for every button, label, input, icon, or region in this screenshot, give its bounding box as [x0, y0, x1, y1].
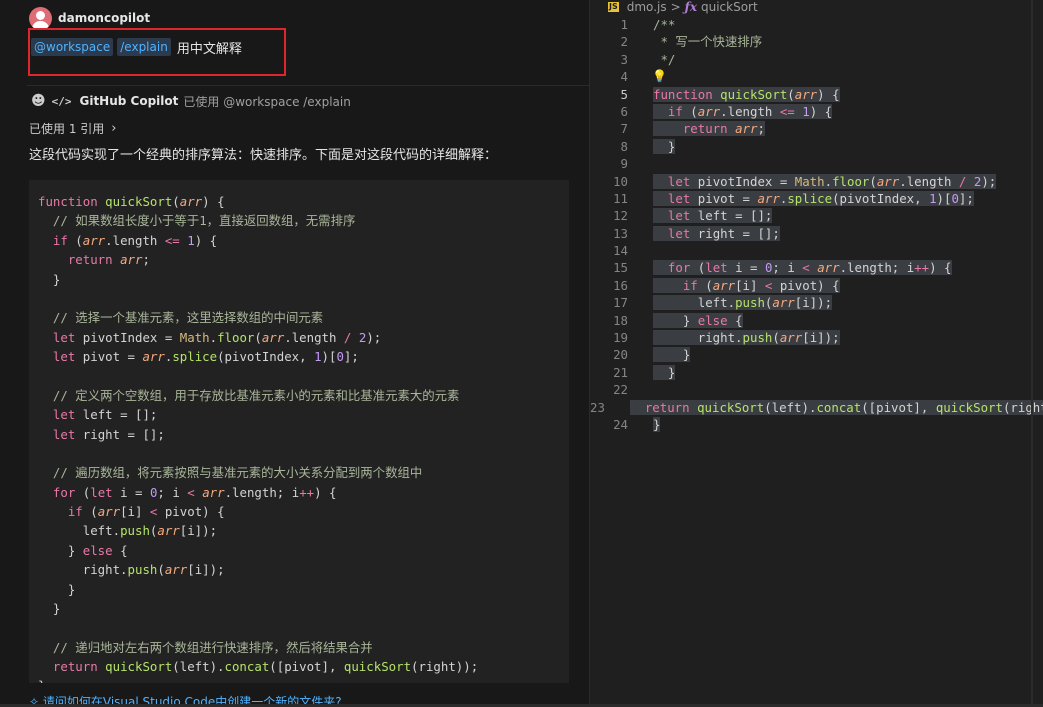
editor-line[interactable]: 9: [590, 155, 1043, 172]
line-number: 9: [620, 156, 628, 172]
line-content: right.push(arr[i]);: [653, 330, 840, 346]
line-content: return arr;: [653, 120, 765, 137]
line-number: 7: [620, 121, 628, 137]
line-content: if (arr[i] < pivot) {: [653, 277, 840, 294]
line-number: 13: [613, 225, 628, 241]
line-content: let left = [];: [653, 207, 773, 224]
line-content: }: [653, 138, 676, 154]
line-number: 24: [613, 416, 628, 432]
line-number: 22: [613, 382, 628, 398]
editor-line[interactable]: 10 let pivotIndex = Math.floor(arr.lengt…: [590, 173, 1043, 190]
editor-line[interactable]: 20 }: [590, 346, 1043, 363]
copilot-header: ☻ </> GitHub Copilot 已使用 @workspace /exp…: [31, 90, 351, 112]
line-number: 8: [620, 138, 628, 154]
breadcrumb-symbol[interactable]: quickSort: [701, 0, 758, 14]
editor-scrollbar[interactable]: [1031, 0, 1033, 707]
breadcrumb-file[interactable]: dmo.js: [627, 0, 667, 14]
line-number: 6: [620, 103, 628, 119]
line-number: 19: [613, 330, 628, 346]
line-content: if (arr.length <= 1) {: [653, 103, 833, 120]
editor-line[interactable]: 4 💡: [590, 68, 1043, 85]
line-content: left.push(arr[i]);: [653, 295, 833, 311]
message-divider: [27, 85, 589, 86]
line-content: return quickSort(left).concat([pivot], q…: [629, 399, 1043, 416]
editor-line[interactable]: 19 right.push(arr[i]);: [590, 329, 1043, 346]
line-number: 1: [620, 17, 628, 32]
line-number: 21: [613, 364, 628, 380]
response-intro: 这段代码实现了一个经典的排序算法：快速排序。下面是对这段代码的详细解释：: [29, 148, 498, 163]
line-number: 23: [590, 399, 605, 415]
response-code: function quickSort(arr) { // 如果数组长度小于等于1…: [38, 194, 479, 683]
line-content: } else {: [653, 312, 743, 328]
line-number: 16: [613, 277, 628, 293]
editor-line[interactable]: 6 if (arr.length <= 1) {: [590, 103, 1043, 120]
annotation-highlight-box: [28, 28, 286, 76]
line-number: 2: [620, 34, 628, 50]
copilot-icon: ☻: [31, 93, 46, 109]
user-avatar: [29, 6, 52, 30]
editor-line[interactable]: 22: [590, 381, 1043, 398]
line-content: let right = [];: [653, 225, 780, 242]
js-file-icon: JS: [608, 2, 619, 12]
editor-line[interactable]: 24}: [590, 416, 1043, 433]
references-toggle[interactable]: 已使用 1 引用 ›: [29, 119, 116, 137]
response-code-block[interactable]: function quickSort(arr) { // 如果数组长度小于等于1…: [29, 180, 569, 683]
line-content: let pivot = arr.splice(pivotIndex, 1)[0]…: [653, 190, 974, 207]
line-number: 11: [613, 190, 628, 206]
line-number: 15: [613, 260, 628, 276]
line-content: for (let i = 0; i < arr.length; i++) {: [653, 259, 952, 276]
editor-line[interactable]: 7 return arr;: [590, 120, 1043, 137]
copilot-name: GitHub Copilot: [79, 94, 179, 108]
line-number: 17: [613, 295, 628, 311]
line-number: 14: [613, 243, 628, 259]
breadcrumb: JS dmo.js > ƒx quickSort: [608, 0, 758, 14]
code-icon: </>: [51, 94, 72, 108]
breadcrumb-separator: >: [670, 0, 681, 14]
code-editor[interactable]: JS dmo.js > ƒx quickSort 1/** 2 * 写一个快速排序…: [590, 0, 1043, 707]
line-number: 5: [620, 86, 628, 102]
line-number: 18: [613, 312, 628, 328]
editor-line[interactable]: 12 let left = [];: [590, 207, 1043, 224]
editor-line[interactable]: 11 let pivot = arr.splice(pivotIndex, 1)…: [590, 190, 1043, 207]
line-content: /**: [653, 17, 676, 32]
line-number: 12: [613, 208, 628, 224]
editor-line[interactable]: 14: [590, 242, 1043, 259]
editor-line[interactable]: 21 }: [590, 364, 1043, 381]
copilot-used-command: 已使用 @workspace /explain: [183, 94, 351, 109]
user-header: damoncopilot: [29, 6, 150, 30]
editor-line[interactable]: 3 */: [590, 51, 1043, 68]
line-content: let pivotIndex = Math.floor(arr.length /…: [653, 173, 997, 190]
line-number: 3: [620, 51, 628, 67]
line-content: * 写一个快速排序: [653, 34, 763, 50]
editor-line[interactable]: 16 if (arr[i] < pivot) {: [590, 277, 1043, 294]
line-content: */: [653, 51, 676, 67]
function-symbol-icon: ƒx: [684, 0, 697, 14]
line-content: }: [653, 416, 661, 432]
copilot-chat-panel: damoncopilot @workspace /explain 用中文解释 ☻…: [0, 0, 589, 707]
references-label: 已使用 1 引用: [29, 121, 105, 136]
editor-line[interactable]: 13 let right = [];: [590, 225, 1043, 242]
chevron-right-icon: ›: [111, 120, 117, 136]
editor-line[interactable]: 15 for (let i = 0; i < arr.length; i++) …: [590, 259, 1043, 276]
line-number: 10: [613, 173, 628, 189]
line-content: }: [653, 347, 691, 363]
editor-line[interactable]: 17 left.push(arr[i]);: [590, 294, 1043, 311]
editor-lines: 1/** 2 * 写一个快速排序 3 */4 💡 5 function quickSort…: [590, 16, 1043, 433]
username: damoncopilot: [58, 11, 151, 25]
editor-line[interactable]: 5 function quickSort(arr) {: [590, 86, 1043, 103]
editor-line[interactable]: 8 }: [590, 138, 1043, 155]
editor-line[interactable]: 18 } else {: [590, 312, 1043, 329]
line-content: }: [653, 364, 676, 380]
line-number: 4: [620, 69, 628, 85]
editor-line[interactable]: 1 /**: [590, 16, 1043, 33]
editor-line[interactable]: 2 * 写一个快速排序: [590, 33, 1043, 50]
line-content: function quickSort(arr) {: [653, 86, 840, 102]
line-number: 20: [613, 347, 628, 363]
editor-line[interactable]: 23 return quickSort(left).concat([pivot]…: [590, 399, 1043, 416]
lightbulb-icon[interactable]: 💡: [652, 69, 667, 83]
